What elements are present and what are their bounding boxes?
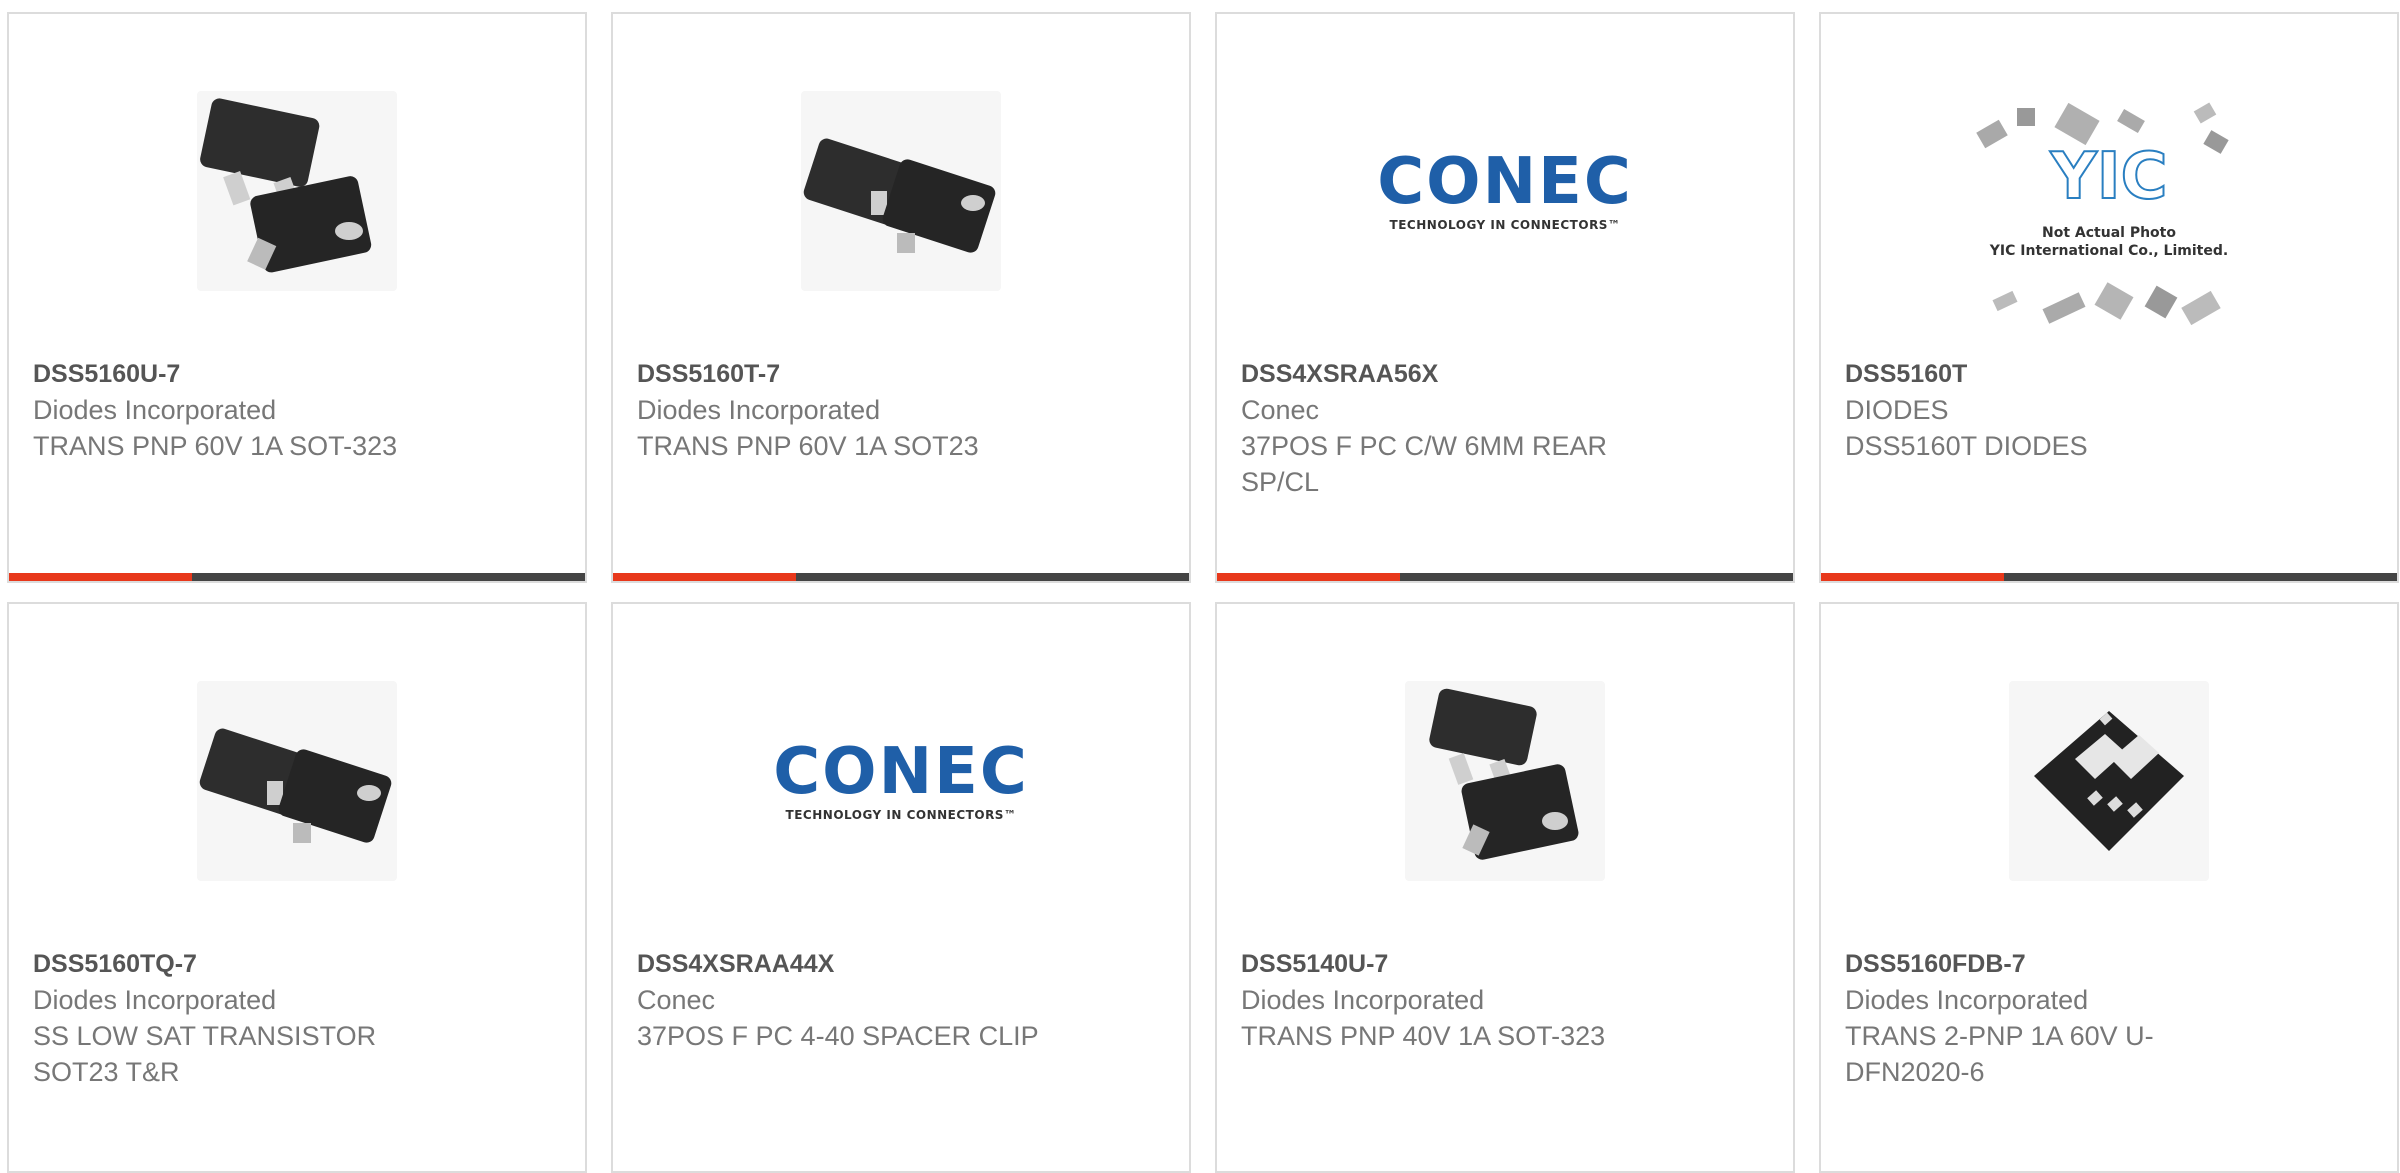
- product-image[interactable]: [1821, 676, 2397, 886]
- part-number[interactable]: DSS4XSRAA56X: [1241, 356, 1769, 392]
- description: SS LOW SAT TRANSISTOR SOT23 T&R: [33, 1021, 377, 1087]
- product-card[interactable]: YIC Not Actual Photo YIC International C…: [1819, 12, 2399, 583]
- manufacturer: Diodes Incorporated: [1845, 985, 2089, 1015]
- product-image[interactable]: CONEC TECHNOLOGY IN CONNECTORS™: [1217, 86, 1793, 296]
- manufacturer: Diodes Incorporated: [1241, 985, 1485, 1015]
- card-footer-bar: [1217, 573, 1793, 581]
- manufacturer: Conec: [1241, 395, 1320, 425]
- description: TRANS PNP 60V 1A SOT-323: [33, 431, 398, 461]
- product-info: DSS5140U-7 Diodes Incorporated TRANS PNP…: [1241, 946, 1769, 1054]
- description: 37POS F PC C/W 6MM REAR SP/CL: [1241, 431, 1608, 497]
- sot23-transistor-photo: [801, 91, 1001, 291]
- product-card[interactable]: DSS5140U-7 Diodes Incorporated TRANS PNP…: [1215, 602, 1795, 1173]
- yic-caption-line1: Not Actual Photo: [2042, 225, 2176, 241]
- product-card[interactable]: DSS5160U-7 Diodes Incorporated TRANS PNP…: [7, 12, 587, 583]
- manufacturer: Diodes Incorporated: [33, 985, 277, 1015]
- card-accent-bar: [1821, 573, 2004, 581]
- description: TRANS PNP 60V 1A SOT23: [637, 431, 979, 461]
- product-card[interactable]: DSS5160TQ-7 Diodes Incorporated SS LOW S…: [7, 602, 587, 1173]
- product-info: DSS5160TQ-7 Diodes Incorporated SS LOW S…: [33, 946, 561, 1090]
- product-image[interactable]: [9, 86, 585, 296]
- dfn-package-photo: [2009, 681, 2209, 881]
- yic-caption: Not Actual Photo YIC International Co., …: [1974, 224, 2244, 260]
- conec-logo-tagline: TECHNOLOGY IN CONNECTORS™: [785, 808, 1017, 822]
- product-info: DSS5160T DIODES DSS5160T DIODES: [1845, 356, 2373, 464]
- product-image[interactable]: [9, 676, 585, 886]
- product-card[interactable]: CONEC TECHNOLOGY IN CONNECTORS™ DSS4XSRA…: [611, 602, 1191, 1173]
- description: TRANS 2-PNP 1A 60V U-DFN2020-6: [1845, 1021, 2154, 1087]
- part-number[interactable]: DSS5160T: [1845, 356, 2373, 392]
- description: DSS5160T DIODES: [1845, 431, 2088, 461]
- product-info: DSS4XSRAA44X Conec 37POS F PC 4-40 SPACE…: [637, 946, 1165, 1054]
- part-number[interactable]: DSS5160T-7: [637, 356, 1165, 392]
- product-card[interactable]: CONEC TECHNOLOGY IN CONNECTORS™ DSS4XSRA…: [1215, 12, 1795, 583]
- part-number[interactable]: DSS5140U-7: [1241, 946, 1769, 982]
- conec-logo-word: CONEC: [773, 735, 1029, 809]
- product-info: DSS5160FDB-7 Diodes Incorporated TRANS 2…: [1845, 946, 2373, 1090]
- product-image[interactable]: [613, 86, 1189, 296]
- part-number[interactable]: DSS5160TQ-7: [33, 946, 561, 982]
- product-card[interactable]: DSS5160FDB-7 Diodes Incorporated TRANS 2…: [1819, 602, 2399, 1173]
- yic-caption-line2: YIC International Co., Limited.: [1989, 243, 2229, 259]
- part-number[interactable]: DSS4XSRAA44X: [637, 946, 1165, 982]
- description: TRANS PNP 40V 1A SOT-323: [1241, 1021, 1606, 1051]
- card-footer-bar: [9, 573, 585, 581]
- product-info: DSS5160U-7 Diodes Incorporated TRANS PNP…: [33, 356, 561, 464]
- manufacturer: DIODES: [1845, 395, 1949, 425]
- product-card[interactable]: DSS5160T-7 Diodes Incorporated TRANS PNP…: [611, 12, 1191, 583]
- conec-logo: CONEC TECHNOLOGY IN CONNECTORS™: [1377, 150, 1633, 232]
- conec-logo-tagline: TECHNOLOGY IN CONNECTORS™: [1389, 218, 1621, 232]
- yic-logo: YIC: [1974, 140, 2244, 214]
- product-info: DSS5160T-7 Diodes Incorporated TRANS PNP…: [637, 356, 1165, 464]
- card-accent-bar: [1217, 573, 1400, 581]
- sot323-transistor-photo: [1405, 681, 1605, 881]
- manufacturer: Conec: [637, 985, 716, 1015]
- yic-placeholder: YIC Not Actual Photo YIC International C…: [1974, 100, 2244, 350]
- product-info: DSS4XSRAA56X Conec 37POS F PC C/W 6MM RE…: [1241, 356, 1769, 500]
- part-number[interactable]: DSS5160FDB-7: [1845, 946, 2373, 982]
- card-accent-bar: [613, 573, 796, 581]
- conec-logo-word: CONEC: [1377, 145, 1633, 219]
- conec-logo: CONEC TECHNOLOGY IN CONNECTORS™: [773, 740, 1029, 822]
- product-grid: DSS5160U-7 Diodes Incorporated TRANS PNP…: [0, 0, 2400, 1173]
- manufacturer: Diodes Incorporated: [637, 395, 881, 425]
- description: 37POS F PC 4-40 SPACER CLIP: [637, 1021, 1039, 1051]
- sot323-transistor-photo: [197, 91, 397, 291]
- product-image[interactable]: CONEC TECHNOLOGY IN CONNECTORS™: [613, 676, 1189, 886]
- card-footer-bar: [1821, 573, 2397, 581]
- card-accent-bar: [9, 573, 192, 581]
- card-footer-bar: [613, 573, 1189, 581]
- product-image[interactable]: [1217, 676, 1793, 886]
- part-number[interactable]: DSS5160U-7: [33, 356, 561, 392]
- sot23-transistor-photo: [197, 681, 397, 881]
- yic-mark: YIC: [2049, 140, 2168, 214]
- product-image[interactable]: YIC Not Actual Photo YIC International C…: [1821, 100, 2397, 350]
- manufacturer: Diodes Incorporated: [33, 395, 277, 425]
